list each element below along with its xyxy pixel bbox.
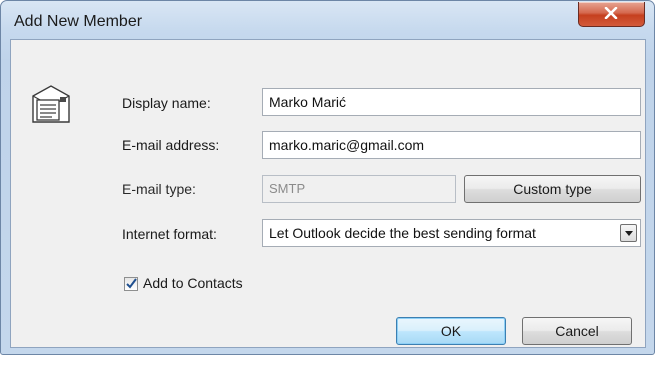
close-icon [604,7,618,19]
internet-format-label: Internet format: [122,226,217,242]
check-icon [126,278,137,289]
add-to-contacts-checkbox[interactable] [124,277,138,291]
display-name-label: Display name: [122,95,211,111]
internet-format-value: Let Outlook decide the best sending form… [269,225,536,241]
cancel-button[interactable]: Cancel [522,317,632,345]
title-bar[interactable]: Add New Member [1,1,654,39]
ok-button[interactable]: OK [396,317,506,345]
email-address-field[interactable]: marko.maric@gmail.com [262,131,641,159]
internet-format-select[interactable]: Let Outlook decide the best sending form… [262,219,641,247]
email-type-label: E-mail type: [122,181,196,197]
contact-card-icon [32,85,70,123]
add-to-contacts-label[interactable]: Add to Contacts [143,275,243,291]
email-type-field: SMTP [262,175,456,203]
email-address-label: E-mail address: [122,137,220,153]
window-title: Add New Member [14,13,143,30]
display-name-field[interactable]: Marko Marić [262,88,641,116]
close-button[interactable] [578,2,645,27]
chevron-down-icon [625,231,633,236]
dropdown-arrow-button[interactable] [620,224,637,242]
dialog-body: Display name: Marko Marić E-mail address… [10,39,646,348]
custom-type-button[interactable]: Custom type [464,175,641,203]
dialog-window: Add New Member Display name: Marko Marić… [0,0,655,355]
